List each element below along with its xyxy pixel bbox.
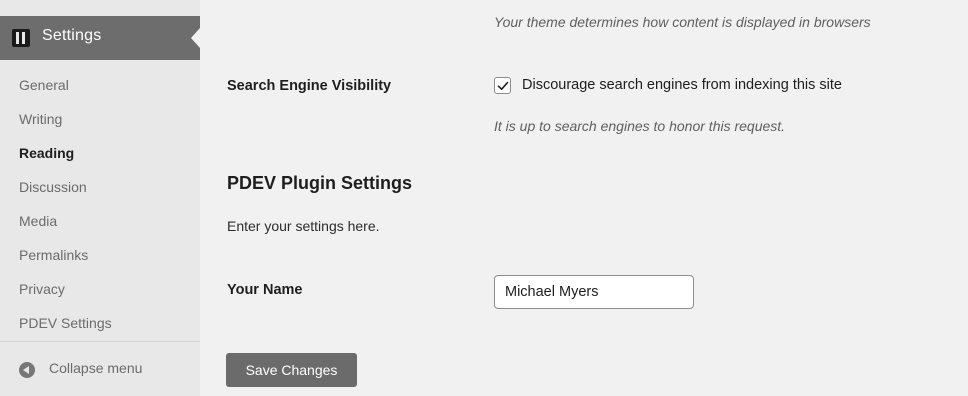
collapse-icon	[19, 362, 35, 378]
collapse-menu-label: Collapse menu	[49, 360, 143, 376]
your-name-input[interactable]	[494, 275, 694, 309]
sidebar-menu-settings[interactable]: Settings	[0, 16, 200, 60]
submenu-item-pdev-settings[interactable]: PDEV Settings	[19, 315, 112, 331]
admin-sidebar: Settings General Writing Reading Discuss…	[0, 0, 200, 396]
submenu-item-writing[interactable]: Writing	[19, 111, 62, 127]
your-name-label: Your Name	[227, 282, 303, 298]
plugin-section-heading: PDEV Plugin Settings	[227, 173, 413, 193]
discourage-search-label[interactable]: Discourage search engines from indexing …	[522, 77, 842, 93]
plugin-section-description: Enter your settings here.	[227, 218, 380, 234]
sidebar-menu-label: Settings	[42, 27, 102, 44]
collapse-menu-button[interactable]: Collapse menu	[0, 341, 200, 396]
checkmark-icon	[497, 81, 509, 90]
submenu-item-privacy[interactable]: Privacy	[19, 281, 65, 297]
divider	[0, 341, 200, 342]
settings-icon	[12, 29, 30, 47]
submenu-item-permalinks[interactable]: Permalinks	[19, 247, 88, 263]
submenu-item-media[interactable]: Media	[19, 213, 57, 229]
current-menu-arrow	[191, 28, 200, 48]
submenu-item-discussion[interactable]: Discussion	[19, 179, 87, 195]
search-visibility-note: It is up to search engines to honor this…	[494, 118, 786, 134]
search-visibility-label: Search Engine Visibility	[227, 78, 392, 94]
discourage-search-checkbox[interactable]	[494, 77, 511, 94]
submenu-item-reading[interactable]: Reading	[19, 145, 74, 161]
submenu-item-general[interactable]: General	[19, 77, 69, 93]
save-changes-button[interactable]: Save Changes	[226, 353, 357, 387]
theme-description: Your theme determines how content is dis…	[494, 14, 871, 30]
